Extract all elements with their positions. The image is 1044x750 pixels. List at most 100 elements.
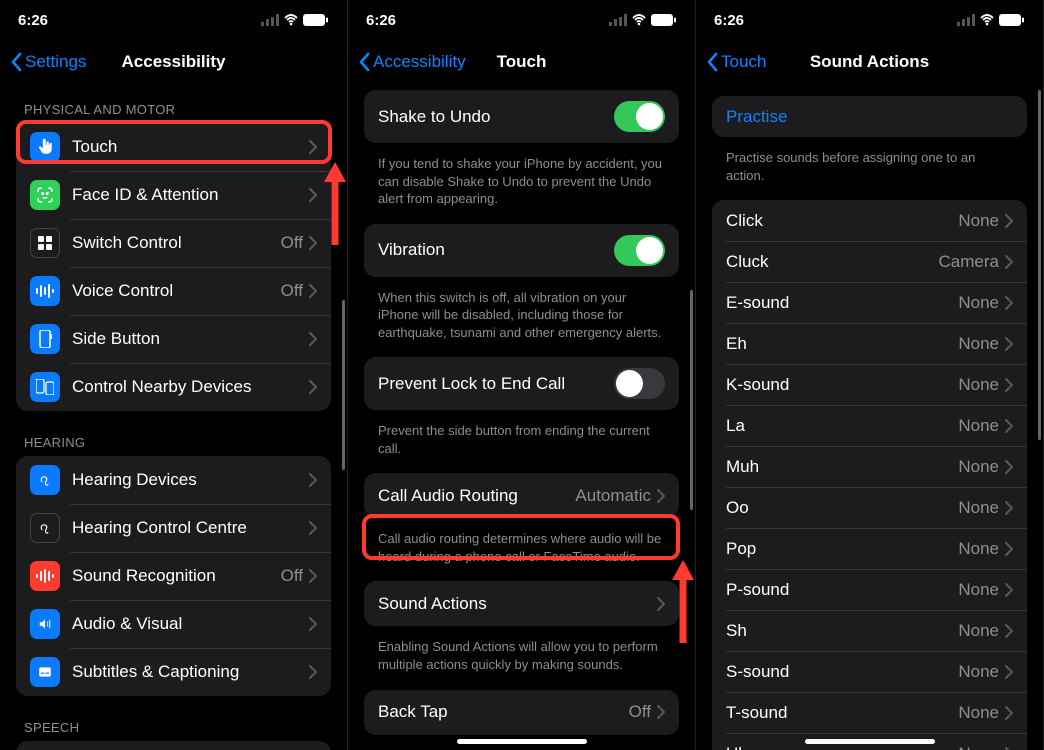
- panel-accessibility: 6:26 Settings Accessibility Physical and…: [0, 0, 348, 750]
- footer-sound-actions: Enabling Sound Actions will allow you to…: [356, 632, 687, 689]
- back-button[interactable]: Touch: [706, 52, 766, 72]
- sound-label: Oo: [726, 498, 958, 518]
- status-icons: [957, 14, 1025, 26]
- toggle-vibration[interactable]: [614, 235, 665, 266]
- toggle-prevent-lock[interactable]: [614, 368, 665, 399]
- sound-label: Uh: [726, 744, 958, 750]
- row-sound-oo[interactable]: OoNone: [712, 487, 1027, 528]
- row-control-nearby[interactable]: Control Nearby Devices: [16, 363, 331, 411]
- faceid-icon: [30, 180, 60, 210]
- battery-icon: [651, 14, 677, 26]
- sound-label: Muh: [726, 457, 958, 477]
- row-label: Prevent Lock to End Call: [378, 374, 614, 394]
- row-value: Off: [281, 281, 303, 301]
- chevron-right-icon: [1005, 542, 1013, 556]
- sound-value: None: [958, 416, 999, 436]
- control-nearby-icon: [30, 372, 60, 402]
- row-value: Off: [281, 233, 303, 253]
- chevron-right-icon: [657, 489, 665, 503]
- sound-value: None: [958, 621, 999, 641]
- row-live-speech[interactable]: Live Speech Off: [16, 741, 331, 750]
- nav-bar: Settings Accessibility: [0, 40, 347, 84]
- sound-value: None: [958, 539, 999, 559]
- row-sound-la[interactable]: LaNone: [712, 405, 1027, 446]
- row-sound-tsound[interactable]: T-soundNone: [712, 692, 1027, 733]
- row-label: Voice Control: [72, 281, 281, 301]
- back-button[interactable]: Accessibility: [358, 52, 466, 72]
- row-sound-sh[interactable]: ShNone: [712, 610, 1027, 651]
- row-label: Hearing Control Centre: [72, 518, 309, 538]
- row-sound-psound[interactable]: P-soundNone: [712, 569, 1027, 610]
- chevron-right-icon: [309, 521, 317, 535]
- row-label: Sound Recognition: [72, 566, 281, 586]
- scroll-area[interactable]: Physical and Motor Touch Face ID & Atten…: [0, 84, 347, 750]
- sound-value: None: [958, 211, 999, 231]
- panel-touch: 6:26 Accessibility Touch Shake to Undo I…: [348, 0, 696, 750]
- back-label: Touch: [721, 52, 766, 72]
- status-icons: [609, 14, 677, 26]
- footer-practise: Practise sounds before assigning one to …: [704, 143, 1035, 200]
- scroll-area[interactable]: Practise Practise sounds before assignin…: [696, 84, 1043, 750]
- scroll-area[interactable]: Shake to Undo If you tend to shake your …: [348, 84, 695, 750]
- row-sound-esound[interactable]: E-soundNone: [712, 282, 1027, 323]
- row-sound-ssound[interactable]: S-soundNone: [712, 651, 1027, 692]
- chevron-right-icon: [1005, 460, 1013, 474]
- sound-label: Eh: [726, 334, 958, 354]
- row-hearing-cc[interactable]: Hearing Control Centre: [16, 504, 331, 552]
- sound-recognition-icon: [30, 561, 60, 591]
- row-label: Hearing Devices: [72, 470, 309, 490]
- nav-bar: Accessibility Touch: [348, 40, 695, 84]
- status-bar: 6:26: [348, 0, 695, 40]
- row-hearing-devices[interactable]: Hearing Devices: [16, 456, 331, 504]
- chevron-right-icon: [1005, 665, 1013, 679]
- panel-sound-actions: 6:26 Touch Sound Actions Practise Practi…: [696, 0, 1044, 750]
- row-sound-ksound[interactable]: K-soundNone: [712, 364, 1027, 405]
- row-sound-eh[interactable]: EhNone: [712, 323, 1027, 364]
- row-faceid[interactable]: Face ID & Attention: [16, 171, 331, 219]
- row-label: Shake to Undo: [378, 107, 614, 127]
- section-speech: Speech: [8, 702, 339, 741]
- row-label: Side Button: [72, 329, 309, 349]
- status-icons: [261, 14, 329, 26]
- row-call-audio[interactable]: Call Audio Routing Automatic: [364, 473, 679, 518]
- row-vibration[interactable]: Vibration: [364, 224, 679, 277]
- section-physical-motor: Physical and Motor: [8, 84, 339, 123]
- row-side-button[interactable]: Side Button: [16, 315, 331, 363]
- back-button[interactable]: Settings: [10, 52, 86, 72]
- row-label: Switch Control: [72, 233, 281, 253]
- chevron-left-icon: [706, 52, 719, 72]
- row-sound-click[interactable]: ClickNone: [712, 200, 1027, 241]
- sound-value: None: [958, 293, 999, 313]
- row-shake-undo[interactable]: Shake to Undo: [364, 90, 679, 143]
- footer-call-audio: Call audio routing determines where audi…: [356, 524, 687, 581]
- row-back-tap[interactable]: Back Tap Off: [364, 690, 679, 735]
- chevron-right-icon: [1005, 583, 1013, 597]
- back-label: Settings: [25, 52, 86, 72]
- chevron-right-icon: [309, 284, 317, 298]
- toggle-shake-undo[interactable]: [614, 101, 665, 132]
- row-sound-muh[interactable]: MuhNone: [712, 446, 1027, 487]
- row-subtitles[interactable]: Subtitles & Captioning: [16, 648, 331, 696]
- row-voice-control[interactable]: Voice Control Off: [16, 267, 331, 315]
- row-prevent-lock[interactable]: Prevent Lock to End Call: [364, 357, 679, 410]
- audio-visual-icon: [30, 609, 60, 639]
- sound-value: None: [958, 375, 999, 395]
- side-button-icon: [30, 324, 60, 354]
- row-sound-recognition[interactable]: Sound Recognition Off: [16, 552, 331, 600]
- row-sound-pop[interactable]: PopNone: [712, 528, 1027, 569]
- footer-vibration: When this switch is off, all vibration o…: [356, 283, 687, 358]
- row-touch[interactable]: Touch: [16, 123, 331, 171]
- chevron-right-icon: [309, 380, 317, 394]
- nav-title: Sound Actions: [810, 52, 929, 72]
- subtitles-icon: [30, 657, 60, 687]
- row-practise[interactable]: Practise: [712, 96, 1027, 137]
- row-sound-cluck[interactable]: CluckCamera: [712, 241, 1027, 282]
- nav-title: Touch: [497, 52, 547, 72]
- row-audio-visual[interactable]: Audio & Visual: [16, 600, 331, 648]
- sound-value: None: [958, 580, 999, 600]
- row-label: Subtitles & Captioning: [72, 662, 309, 682]
- row-switch-control[interactable]: Switch Control Off: [16, 219, 331, 267]
- switch-control-icon: [30, 228, 60, 258]
- row-sound-actions[interactable]: Sound Actions: [364, 581, 679, 626]
- row-value: Off: [281, 566, 303, 586]
